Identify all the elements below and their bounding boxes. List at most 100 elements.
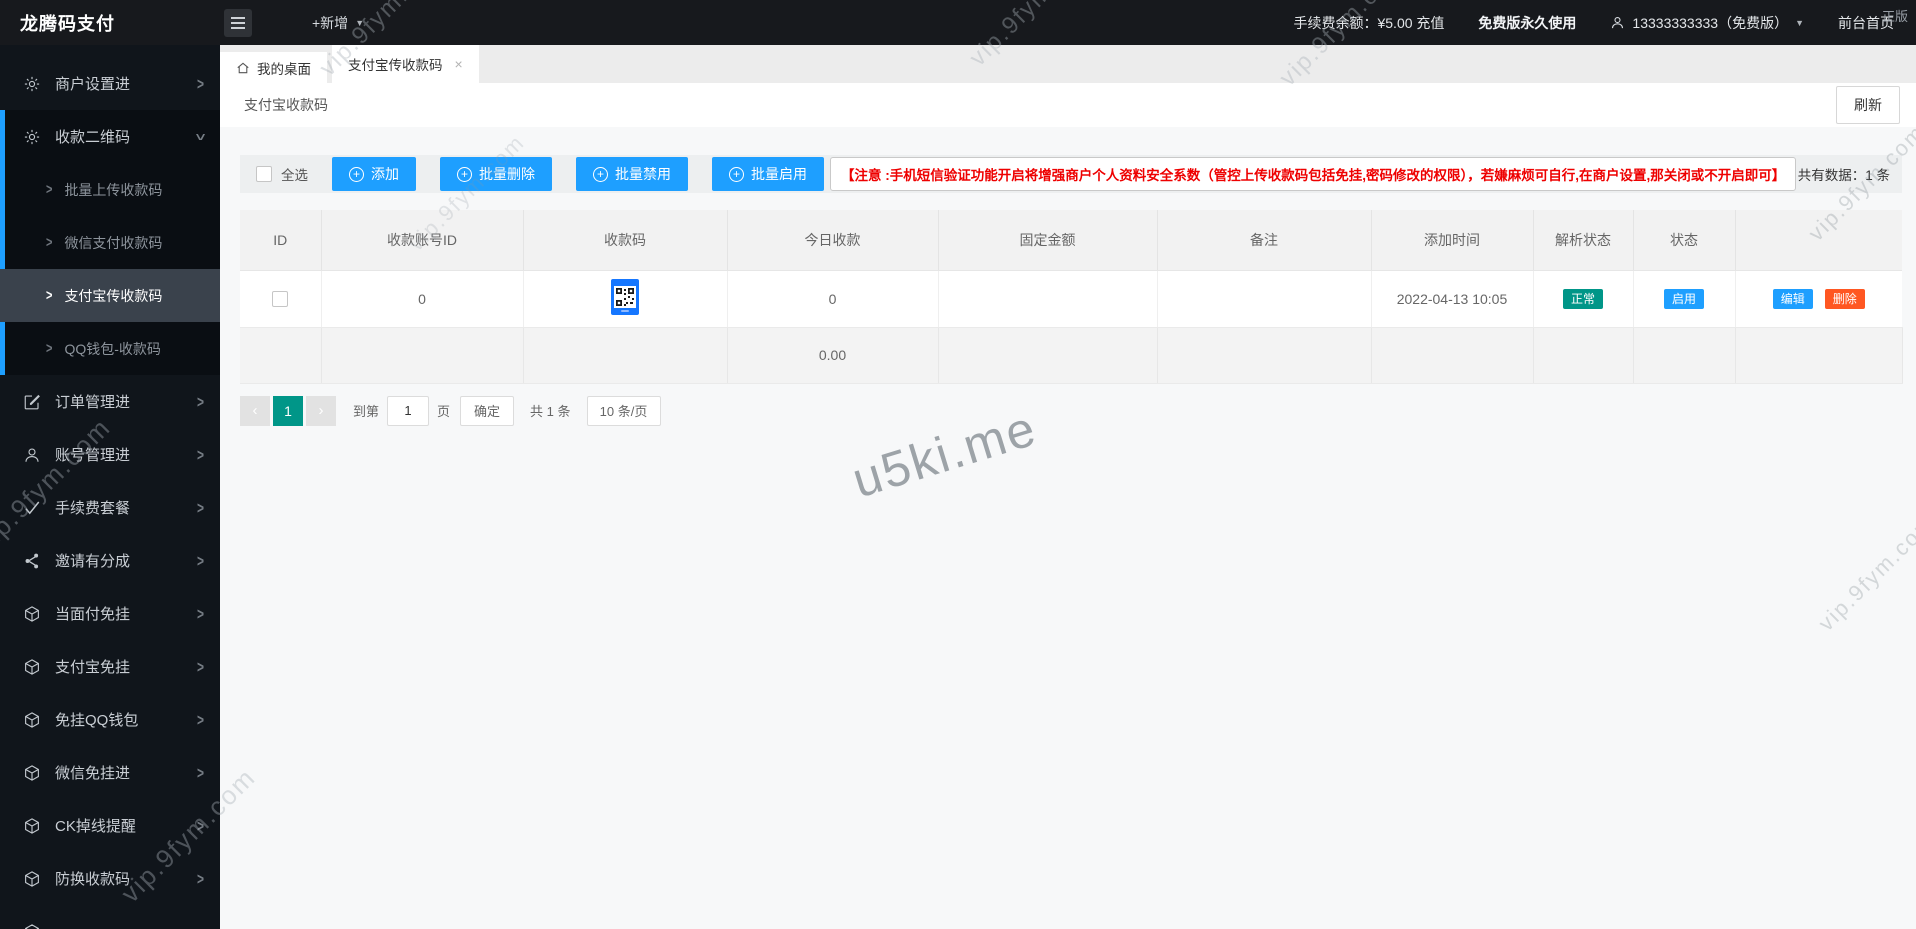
batch-enable-button[interactable]: + 批量启用 xyxy=(712,157,824,191)
col-today-income: 今日收款 xyxy=(727,210,939,271)
sidebar-item-qq-free[interactable]: 免挂QQ钱包 > xyxy=(0,693,220,746)
cube-icon xyxy=(22,816,42,836)
goto-confirm-button[interactable]: 确定 xyxy=(460,395,515,426)
sidebar-item-label: 支付宝免挂 xyxy=(55,659,131,676)
new-item-dropdown[interactable]: +新增 ▼ xyxy=(312,13,364,33)
tab-label: 支付宝传收款码 xyxy=(348,58,443,73)
row-checkbox[interactable] xyxy=(272,290,289,307)
col-fixed-amount: 固定金额 xyxy=(938,210,1158,271)
status-toggle-badge[interactable]: 启用 xyxy=(1663,288,1704,309)
sidebar-item-merchant-settings[interactable]: 商户设置进 > xyxy=(0,57,220,110)
sidebar-item-fee-package[interactable]: 手续费套餐 > xyxy=(0,481,220,534)
app-window: 龙腾码支付 +新增 ▼ 手续费余额：¥5.00 充值 免费版永久使用 13333… xyxy=(0,0,1916,929)
cell-fixed-amount xyxy=(938,270,1158,328)
cell-remark xyxy=(1157,270,1372,328)
sidebar-item-label: 收款二维码 xyxy=(55,129,131,146)
sidebar-item-label: 防换收款码 xyxy=(55,871,131,888)
sidebar-item-anti-swap-code[interactable]: 防换收款码 > xyxy=(0,852,220,905)
add-button[interactable]: + 添加 xyxy=(332,157,416,191)
license-text: 免费版永久使用 xyxy=(1478,14,1577,31)
tab-my-desktop[interactable]: 我的桌面 xyxy=(220,52,327,83)
sidebar-item-alipay-free[interactable]: 支付宝免挂 > xyxy=(0,640,220,693)
chevron-right-icon: > xyxy=(196,656,204,677)
close-icon[interactable]: × xyxy=(455,56,463,72)
refresh-button[interactable]: 刷新 xyxy=(1836,86,1900,124)
gear-icon xyxy=(22,127,42,147)
cell-added-time: 2022-04-13 10:05 xyxy=(1371,270,1534,328)
gear-icon xyxy=(22,74,42,94)
account-text: 13333333333（免费版） xyxy=(1632,14,1789,31)
chevron-right-icon: > xyxy=(196,868,204,889)
fee-value: ¥5.00 xyxy=(1377,14,1413,31)
pagination-bar: ‹ 1 › 到第 页 确定 共 1 条 10 条/页 xyxy=(240,395,1902,426)
account-dropdown[interactable]: 13333333333（免费版） ▼ xyxy=(1610,13,1804,33)
next-page-button[interactable]: › xyxy=(306,395,336,426)
sidebar-item-label: 商户设置进 xyxy=(55,76,131,93)
chevron-expanded-icon: > xyxy=(190,132,211,141)
table-row: 0 0 2022-04-13 10:05 正常 启用 编辑 删除 xyxy=(240,270,1902,328)
select-all-checkbox[interactable] xyxy=(256,166,272,182)
sidebar-item-order-management[interactable]: 订单管理进 > xyxy=(0,375,220,428)
top-header: 龙腾码支付 +新增 ▼ 手续费余额：¥5.00 充值 免费版永久使用 13333… xyxy=(0,0,1916,45)
payment-codes-table: ID 收款账号ID 收款码 今日收款 固定金额 备注 添加时间 解析状态 状态 xyxy=(240,210,1903,384)
hamburger-menu-icon[interactable] xyxy=(224,8,252,37)
sidebar-item-qrcode-menu[interactable]: 收款二维码 > xyxy=(0,110,220,163)
cell-today-income: 0 xyxy=(727,270,939,328)
page-label: 页 xyxy=(437,404,451,419)
sidebar-item-wechat-code[interactable]: > 微信支付收款码 xyxy=(0,216,220,269)
cube-icon xyxy=(22,869,42,889)
col-status: 状态 xyxy=(1633,210,1736,271)
goto-page-input[interactable] xyxy=(387,395,430,426)
page-size-select[interactable]: 10 条/页 xyxy=(586,395,661,426)
sidebar-item-partial[interactable] xyxy=(0,905,220,929)
parse-status-badge: 正常 xyxy=(1562,288,1603,309)
col-qrcode: 收款码 xyxy=(523,210,728,271)
sidebar-item-alipay-code-active[interactable]: > 支付宝传收款码 xyxy=(0,269,220,322)
chevron-right-icon: > xyxy=(46,181,53,198)
goto-label: 到第 xyxy=(353,404,380,419)
sidebar-item-batch-upload-code[interactable]: > 批量上传收款码 xyxy=(0,163,220,216)
content-area: 我的桌面 支付宝传收款码 × 支付宝收款码 刷新 全选 + 添加 + 批量删除 … xyxy=(220,45,1916,929)
page-title: 支付宝收款码 xyxy=(244,97,328,113)
user-icon xyxy=(22,445,42,465)
prev-page-button[interactable]: ‹ xyxy=(240,395,270,426)
chevron-down-icon: ▼ xyxy=(1795,17,1804,28)
chevron-right-icon: > xyxy=(196,709,204,730)
col-account-id: 收款账号ID xyxy=(321,210,524,271)
edit-button[interactable]: 编辑 xyxy=(1772,288,1813,309)
sidebar-item-face-pay[interactable]: 当面付免挂 > xyxy=(0,587,220,640)
sidebar-item-ck-offline-alert[interactable]: CK掉线提醒 > xyxy=(0,799,220,852)
cell-account-id: 0 xyxy=(321,270,524,328)
header-right-group: 手续费余额：¥5.00 充值 免费版永久使用 13333333333（免费版） … xyxy=(1293,13,1894,33)
table-summary-row: 0.00 xyxy=(240,327,1903,384)
chevron-right-icon: > xyxy=(196,550,204,571)
sidebar-item-invite-share[interactable]: 邀请有分成 > xyxy=(0,534,220,587)
sidebar-item-label: 微信免挂进 xyxy=(55,765,131,782)
check-icon xyxy=(22,498,42,518)
sidebar-item-label: CK掉线提醒 xyxy=(55,818,136,835)
plus-circle-icon: + xyxy=(457,166,472,182)
batch-disable-button[interactable]: + 批量禁用 xyxy=(576,157,688,191)
frontend-home-link[interactable]: 前台首页 xyxy=(1838,13,1894,33)
chevron-right-icon: > xyxy=(196,815,204,836)
toolbar: 全选 + 添加 + 批量删除 + 批量禁用 + 批量启用 【注意 :手机短信验证 xyxy=(240,155,1902,193)
plus-circle-icon: + xyxy=(349,166,364,182)
sidebar-item-qq-wallet-code[interactable]: > QQ钱包-收款码 xyxy=(0,322,220,375)
qr-code-thumbnail[interactable] xyxy=(611,279,639,315)
batch-delete-button[interactable]: + 批量删除 xyxy=(440,157,552,191)
chevron-right-icon: > xyxy=(196,762,204,783)
sidebar-item-label: 订单管理进 xyxy=(55,394,131,411)
sidebar-item-wechat-free[interactable]: 微信免挂进 > xyxy=(0,746,220,799)
table-header-row: ID 收款账号ID 收款码 今日收款 固定金额 备注 添加时间 解析状态 状态 xyxy=(240,210,1902,271)
delete-button[interactable]: 删除 xyxy=(1824,288,1865,309)
cube-icon xyxy=(22,922,42,929)
current-page[interactable]: 1 xyxy=(273,395,303,426)
sidebar-subitem-label: 批量上传收款码 xyxy=(64,181,163,198)
sidebar-item-label: 邀请有分成 xyxy=(55,553,131,570)
tab-alipay-code[interactable]: 支付宝传收款码 × xyxy=(332,45,479,83)
sidebar-item-account-management[interactable]: 账号管理进 > xyxy=(0,428,220,481)
recharge-link[interactable]: 充值 xyxy=(1416,15,1444,31)
cube-icon xyxy=(22,604,42,624)
user-icon xyxy=(1610,15,1625,30)
sidebar-item-label: 当面付免挂 xyxy=(55,606,131,623)
